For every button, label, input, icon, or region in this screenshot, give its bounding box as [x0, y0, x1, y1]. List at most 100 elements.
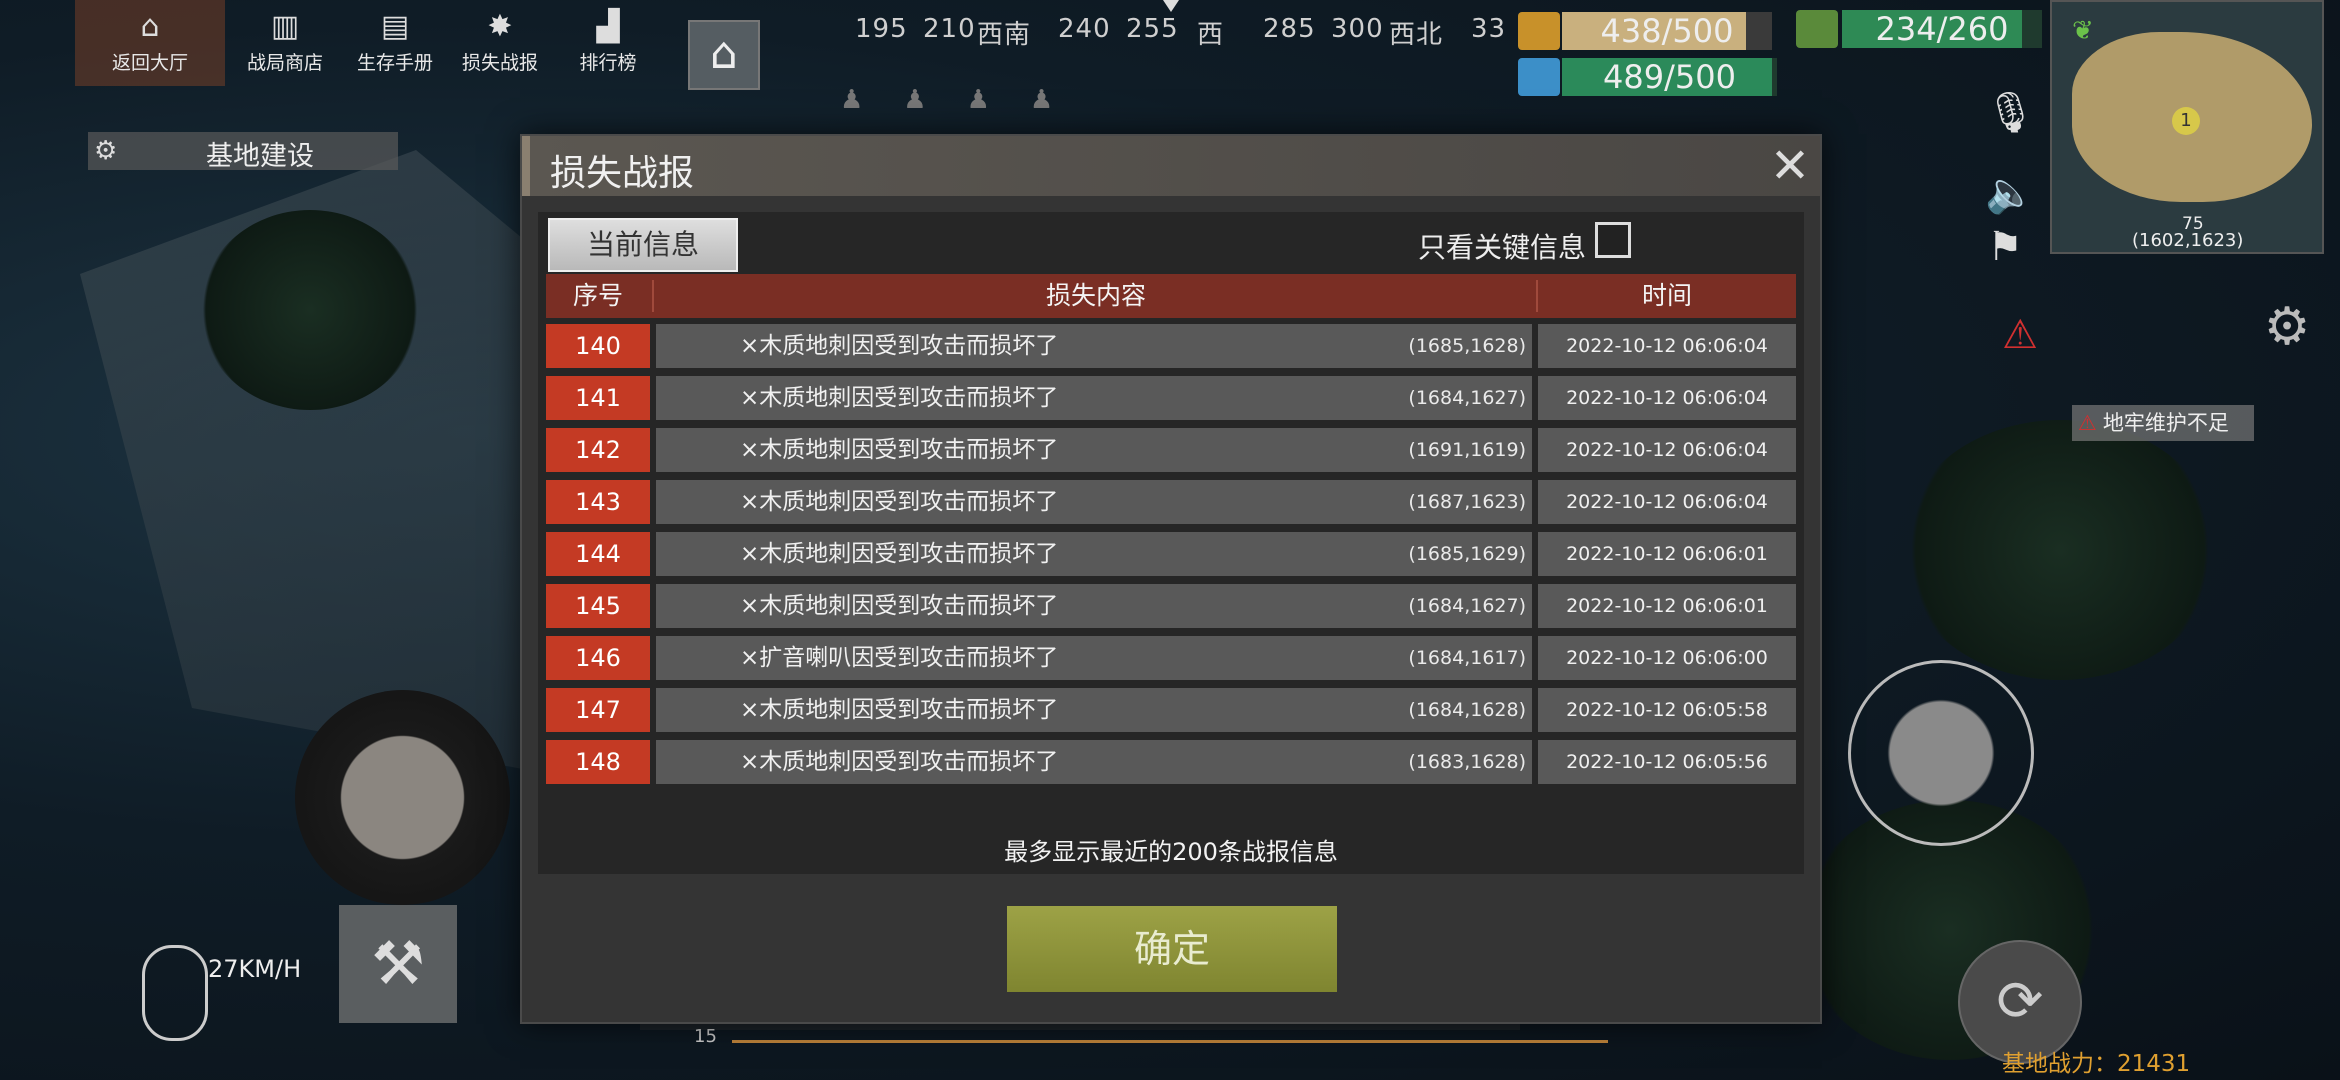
report-table: 140 ×木质地刺因受到攻击而损坏了 (1685,1628) 2022-10-1… [546, 324, 1796, 792]
row-time: 2022-10-12 06:06:01 [1538, 584, 1796, 628]
row-coordinates: (1683,1628) [1408, 751, 1526, 773]
row-time: 2022-10-12 06:05:56 [1538, 740, 1796, 784]
row-number: 145 [546, 584, 650, 628]
menu-manual[interactable]: ▤ 生存手册 [350, 10, 440, 80]
flag-icon[interactable]: ⚑ [1980, 222, 2030, 272]
row-number: 143 [546, 480, 650, 524]
row-coordinates: (1685,1628) [1408, 335, 1526, 357]
close-icon: ✕ [1769, 138, 1811, 194]
row-number: 148 [546, 740, 650, 784]
menu-shop[interactable]: ▥ 战局商店 [240, 10, 330, 80]
row-content: ×木质地刺因受到攻击而损坏了 (1685,1628) [656, 324, 1532, 368]
row-coordinates: (1691,1619) [1408, 439, 1526, 461]
water-bar: 489/500 [1562, 58, 1777, 96]
row-time: 2022-10-12 06:06:04 [1538, 376, 1796, 420]
speed-readout: 27KM/H [208, 955, 302, 983]
mic-muted-icon[interactable]: 🎙 [1985, 88, 2036, 138]
wrench-icon: ⚙ [94, 136, 118, 166]
table-row: 147 ×木质地刺因受到攻击而损坏了 (1684,1628) 2022-10-1… [546, 688, 1796, 732]
header-time: 时间 [1641, 281, 1692, 310]
header-no: 序号 [572, 281, 623, 310]
dialog-header: 损失战报 [522, 136, 1820, 196]
tab-current-info[interactable]: 当前信息 [548, 218, 738, 272]
move-joystick[interactable] [295, 690, 510, 905]
health-icon [1796, 10, 1838, 48]
ranking-icon: ▟ [596, 9, 620, 44]
row-content: ×木质地刺因受到攻击而损坏了 (1684,1628) [656, 688, 1532, 732]
row-content: ×木质地刺因受到攻击而损坏了 (1683,1628) [656, 740, 1532, 784]
key-only-checkbox[interactable] [1595, 222, 1631, 258]
warning-icon: ⚠ [2002, 312, 2038, 358]
row-time: 2022-10-12 06:06:04 [1538, 324, 1796, 368]
home-plus-icon: ⌂ [710, 28, 738, 79]
book-icon: ▤ [380, 9, 410, 44]
explosion-icon: ✸ [487, 9, 513, 44]
report-limit-note: 最多显示最近的200条战报信息 [1004, 838, 1338, 866]
shop-icon: ▥ [270, 9, 300, 44]
table-row: 143 ×木质地刺因受到攻击而损坏了 (1687,1623) 2022-10-1… [546, 480, 1796, 524]
row-time: 2022-10-12 06:05:58 [1538, 688, 1796, 732]
warning-icon: ⚠ [2078, 411, 2097, 435]
menu-lobby[interactable]: ⌂ 返回大厅 [105, 10, 195, 80]
base-build-button[interactable]: ⚙ 基地建设 [88, 132, 398, 172]
row-coordinates: (1684,1627) [1408, 595, 1526, 617]
row-coordinates: (1684,1628) [1408, 699, 1526, 721]
speaker-muted-icon[interactable]: 🔈 [1985, 168, 2035, 218]
gear-icon[interactable]: ⚙ [2262, 301, 2312, 353]
hunger-bar: 438/500 [1562, 12, 1772, 50]
compass: 195 210 西南 240 255 西 285 300 西北 33 [855, 14, 1507, 50]
row-content: ×木质地刺因受到攻击而损坏了 (1684,1627) [656, 376, 1532, 420]
row-content: ×木质地刺因受到攻击而损坏了 (1691,1619) [656, 428, 1532, 472]
row-coordinates: (1685,1629) [1408, 543, 1526, 565]
row-time: 2022-10-12 06:06:00 [1538, 636, 1796, 680]
report-panel: 当前信息 只看关键信息 序号 损失内容 时间 140 ×木质地刺因受到攻击而损坏… [538, 212, 1804, 874]
row-number: 144 [546, 532, 650, 576]
health-bar: 234/260 [1842, 10, 2042, 48]
base-power: 基地战力：21431 [2002, 1051, 2191, 1077]
aim-joystick[interactable] [1848, 660, 2034, 846]
confirm-button[interactable]: 确定 [1007, 906, 1337, 992]
build-tool-button[interactable]: ⚒ [339, 905, 457, 1023]
player-marker: 1 [2172, 107, 2200, 135]
vehicle-icon [142, 945, 208, 1041]
hammer-wrench-icon: ⚒ [371, 929, 425, 999]
row-content: ×扩音喇叭因受到攻击而损坏了 (1684,1617) [656, 636, 1532, 680]
table-row: 140 ×木质地刺因受到攻击而损坏了 (1685,1628) 2022-10-1… [546, 324, 1796, 368]
row-coordinates: (1687,1623) [1408, 491, 1526, 513]
row-coordinates: (1684,1617) [1408, 647, 1526, 669]
minimap[interactable]: 1 75 (1602,1623) ❦ [2050, 0, 2324, 254]
table-row: 145 ×木质地刺因受到攻击而损坏了 (1684,1627) 2022-10-1… [546, 584, 1796, 628]
row-time: 2022-10-12 06:06:04 [1538, 428, 1796, 472]
xp-bar [732, 1040, 1608, 1043]
table-row: 142 ×木质地刺因受到攻击而损坏了 (1691,1619) 2022-10-1… [546, 428, 1796, 472]
water-icon [1518, 58, 1560, 96]
row-content: ×木质地刺因受到攻击而损坏了 (1685,1629) [656, 532, 1532, 576]
table-row: 144 ×木质地刺因受到攻击而损坏了 (1685,1629) 2022-10-1… [546, 532, 1796, 576]
warning-toast: ⚠ 地牢维护不足 [2072, 405, 2254, 441]
hunger-icon [1518, 12, 1560, 50]
row-time: 2022-10-12 06:06:01 [1538, 532, 1796, 576]
row-number: 142 [546, 428, 650, 472]
row-number: 147 [546, 688, 650, 732]
menu-ranking[interactable]: ▟ 排行榜 [563, 10, 653, 80]
row-content: ×木质地刺因受到攻击而损坏了 (1687,1623) [656, 480, 1532, 524]
dialog-title: 损失战报 [550, 153, 695, 194]
table-row: 146 ×扩音喇叭因受到攻击而损坏了 (1684,1617) 2022-10-1… [546, 636, 1796, 680]
row-number: 140 [546, 324, 650, 368]
row-time: 2022-10-12 06:06:04 [1538, 480, 1796, 524]
row-content: ×木质地刺因受到攻击而损坏了 (1684,1627) [656, 584, 1532, 628]
home-icon: ⌂ [140, 9, 160, 44]
header-content: 损失内容 [1045, 281, 1146, 310]
row-number: 146 [546, 636, 650, 680]
header-divider [652, 280, 654, 312]
leaf-icon: ❦ [2072, 16, 2094, 46]
close-button[interactable]: ✕ [1767, 142, 1813, 190]
loss-report-dialog: 损失战报 ✕ 当前信息 只看关键信息 序号 损失内容 时间 140 ×木质地刺因… [520, 134, 1822, 1024]
table-header: 序号 损失内容 时间 [546, 274, 1796, 318]
menu-loss-report[interactable]: ✸ 损失战报 [455, 10, 545, 80]
table-row: 141 ×木质地刺因受到攻击而损坏了 (1684,1627) 2022-10-1… [546, 376, 1796, 420]
row-coordinates: (1684,1627) [1408, 387, 1526, 409]
key-only-label: 只看关键信息 [1418, 231, 1587, 264]
add-home-button[interactable]: ⌂ [688, 20, 760, 90]
row-number: 141 [546, 376, 650, 420]
